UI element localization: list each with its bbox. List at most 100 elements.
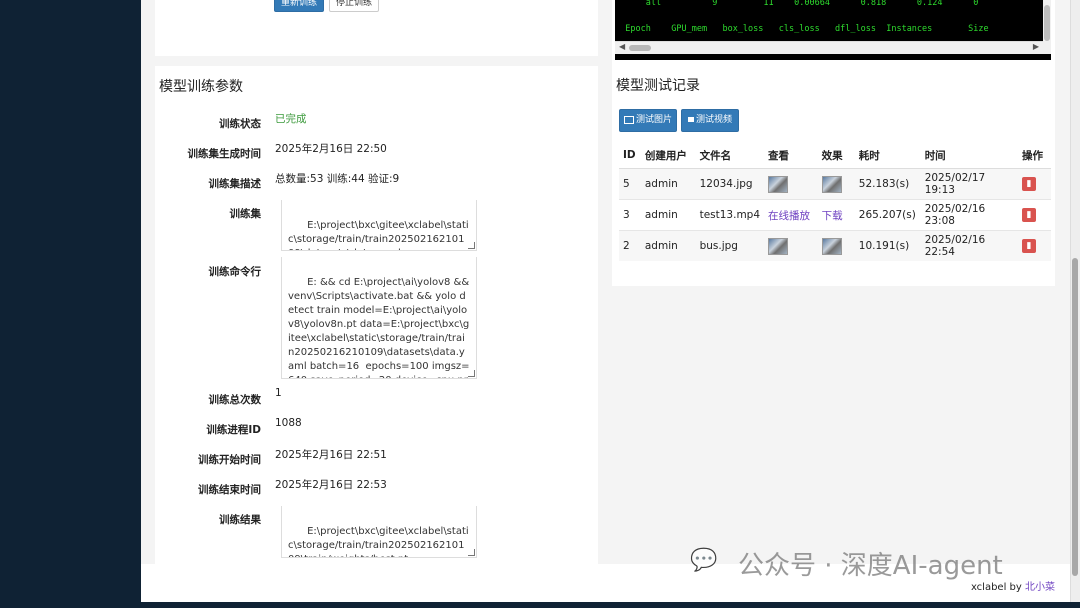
view-thumbnail[interactable] xyxy=(768,175,789,193)
resize-grip-icon[interactable] xyxy=(468,549,475,556)
field-label: 训练总次数 xyxy=(208,394,262,406)
cell-user: admin xyxy=(640,199,696,231)
cell-cost: 265.207(s) xyxy=(854,199,921,231)
sidebar-background xyxy=(0,0,141,608)
log-line: all 9 11 0.00664 0.818 0.124 0 xyxy=(615,0,979,8)
cell-action: ▮ xyxy=(1018,168,1051,200)
field-label: 训练状态 xyxy=(219,118,261,130)
field-label: 训练结果 xyxy=(219,514,261,526)
cell-cost: 52.183(s) xyxy=(854,168,921,200)
cell-file: 12034.jpg xyxy=(695,168,765,200)
train-controls-panel: 重新训练 停止训练 xyxy=(155,0,598,56)
cell-time: 2025/02/17 19:13 xyxy=(920,168,1018,200)
cell-file: test13.mp4 xyxy=(695,199,765,231)
tests-title: 模型测试记录 xyxy=(616,78,700,94)
field-value: 2025年2月16日 22:51 xyxy=(275,449,387,461)
field-value: 总数量:53 训练:44 验证:9 xyxy=(275,173,400,185)
dataset-path-textarea[interactable]: E:\project\bxc\gitee\xclabel\static\stor… xyxy=(281,200,477,251)
col-id: ID xyxy=(619,142,641,169)
cell-cost: 10.191(s) xyxy=(854,230,921,261)
retrain-button[interactable]: 重新训练 xyxy=(274,0,324,12)
page-scrollbar[interactable] xyxy=(1070,0,1080,602)
col-effect: 效果 xyxy=(817,142,855,169)
textarea-text: E:\project\bxc\gitee\xclabel\static\stor… xyxy=(288,220,469,250)
table-row: 2 admin bus.jpg 10.191(s) 2025/02/16 22:… xyxy=(619,230,1051,261)
col-user: 创建用户 xyxy=(640,142,696,169)
cell-id: 3 xyxy=(619,199,641,231)
field-label: 训练命令行 xyxy=(208,266,262,278)
footer-text: xclabel by xyxy=(970,582,1025,593)
field-value: 2025年2月16日 22:50 xyxy=(275,143,387,155)
col-view: 查看 xyxy=(764,142,818,169)
textarea-text: E:\project\bxc\gitee\xclabel\static\stor… xyxy=(288,526,469,557)
terminal-horizontal-scrollbar[interactable]: ◀ ▶ xyxy=(615,41,1043,55)
test-video-button[interactable]: 测试视频 xyxy=(681,109,739,132)
watermark-text: 公众号 · 深度AI-agent xyxy=(738,551,1003,581)
result-path-textarea[interactable]: E:\project\bxc\gitee\xclabel\static\stor… xyxy=(281,506,477,558)
params-title: 模型训练参数 xyxy=(159,79,243,95)
play-online-link[interactable]: 在线播放 xyxy=(768,210,810,222)
effect-thumbnail[interactable] xyxy=(821,175,842,193)
field-label: 训练进程ID xyxy=(206,424,261,436)
image-icon xyxy=(623,115,634,124)
button-label: 测试视频 xyxy=(695,115,732,125)
terminal-vertical-scrollbar[interactable] xyxy=(1043,0,1051,56)
resize-grip-icon[interactable] xyxy=(468,370,475,377)
view-thumbnail[interactable] xyxy=(768,237,789,255)
col-action: 操作 xyxy=(1018,142,1051,169)
cell-effect xyxy=(817,168,855,200)
scroll-right-icon[interactable]: ▶ xyxy=(1033,42,1039,51)
col-time: 时间 xyxy=(920,142,1018,169)
stop-train-button[interactable]: 停止训练 xyxy=(329,0,379,12)
field-label: 训练集描述 xyxy=(208,178,262,190)
page-scroll-thumb[interactable] xyxy=(1072,258,1078,576)
field-label: 训练集生成时间 xyxy=(187,148,262,160)
cell-time: 2025/02/16 22:54 xyxy=(920,230,1018,261)
scroll-thumb[interactable] xyxy=(1044,5,1050,41)
button-label: 测试图片 xyxy=(635,115,672,125)
field-value: 1 xyxy=(275,387,282,399)
field-label: 训练开始时间 xyxy=(198,454,261,466)
delete-icon[interactable]: ▮ xyxy=(1022,177,1036,191)
wechat-icon: 💬 xyxy=(690,548,718,573)
delete-icon[interactable]: ▮ xyxy=(1022,208,1036,222)
main-content: 重新训练 停止训练 模型训练参数 训练状态 已完成 训练集生成时间 2025年2… xyxy=(141,0,1071,602)
scroll-left-icon[interactable]: ◀ xyxy=(619,42,625,51)
field-value: 1088 xyxy=(275,417,302,429)
cell-effect: 下载 xyxy=(817,199,855,231)
cell-effect xyxy=(817,230,855,261)
cell-view xyxy=(764,230,818,261)
cell-time: 2025/02/16 23:08 xyxy=(920,199,1018,231)
bottom-border xyxy=(141,602,1080,608)
cell-id: 5 xyxy=(619,168,641,200)
terminal-bottom-border xyxy=(615,54,1051,60)
table-row: 5 admin 12034.jpg 52.183(s) 2025/02/17 1… xyxy=(619,168,1051,200)
resize-grip-icon[interactable] xyxy=(468,242,475,249)
test-image-button[interactable]: 测试图片 xyxy=(619,109,677,132)
cell-id: 2 xyxy=(619,230,641,261)
test-records-table: ID 创建用户 文件名 查看 效果 耗时 时间 操作 5 admin 12034… xyxy=(619,142,1051,261)
textarea-text: E: && cd E:\project\ai\yolov8 && venv\Sc… xyxy=(288,277,470,378)
cell-view xyxy=(764,168,818,200)
cell-file: bus.jpg xyxy=(695,230,765,261)
cell-action: ▮ xyxy=(1018,199,1051,231)
delete-icon[interactable]: ▮ xyxy=(1022,239,1036,253)
cell-user: admin xyxy=(640,230,696,261)
table-header-row: ID 创建用户 文件名 查看 效果 耗时 时间 操作 xyxy=(619,142,1051,169)
footer-author-link[interactable]: 北小菜 xyxy=(1025,582,1055,593)
status-value: 已完成 xyxy=(275,113,307,125)
cell-action: ▮ xyxy=(1018,230,1051,261)
field-label: 训练集 xyxy=(229,208,262,220)
cell-view: 在线播放 xyxy=(764,199,818,231)
download-link[interactable]: 下载 xyxy=(822,210,843,222)
command-textarea[interactable]: E: && cd E:\project\ai\yolov8 && venv\Sc… xyxy=(281,257,477,379)
col-cost: 耗时 xyxy=(854,142,921,169)
field-label: 训练结束时间 xyxy=(198,484,261,496)
col-file: 文件名 xyxy=(695,142,765,169)
train-params-panel: 模型训练参数 训练状态 已完成 训练集生成时间 2025年2月16日 22:50… xyxy=(155,66,598,564)
cell-user: admin xyxy=(640,168,696,200)
log-line: Epoch GPU_mem box_loss cls_loss dfl_loss… xyxy=(615,24,989,34)
effect-thumbnail[interactable] xyxy=(821,237,842,255)
scroll-thumb[interactable] xyxy=(629,45,651,51)
table-row: 3 admin test13.mp4 在线播放 下载 265.207(s) 20… xyxy=(619,199,1051,231)
